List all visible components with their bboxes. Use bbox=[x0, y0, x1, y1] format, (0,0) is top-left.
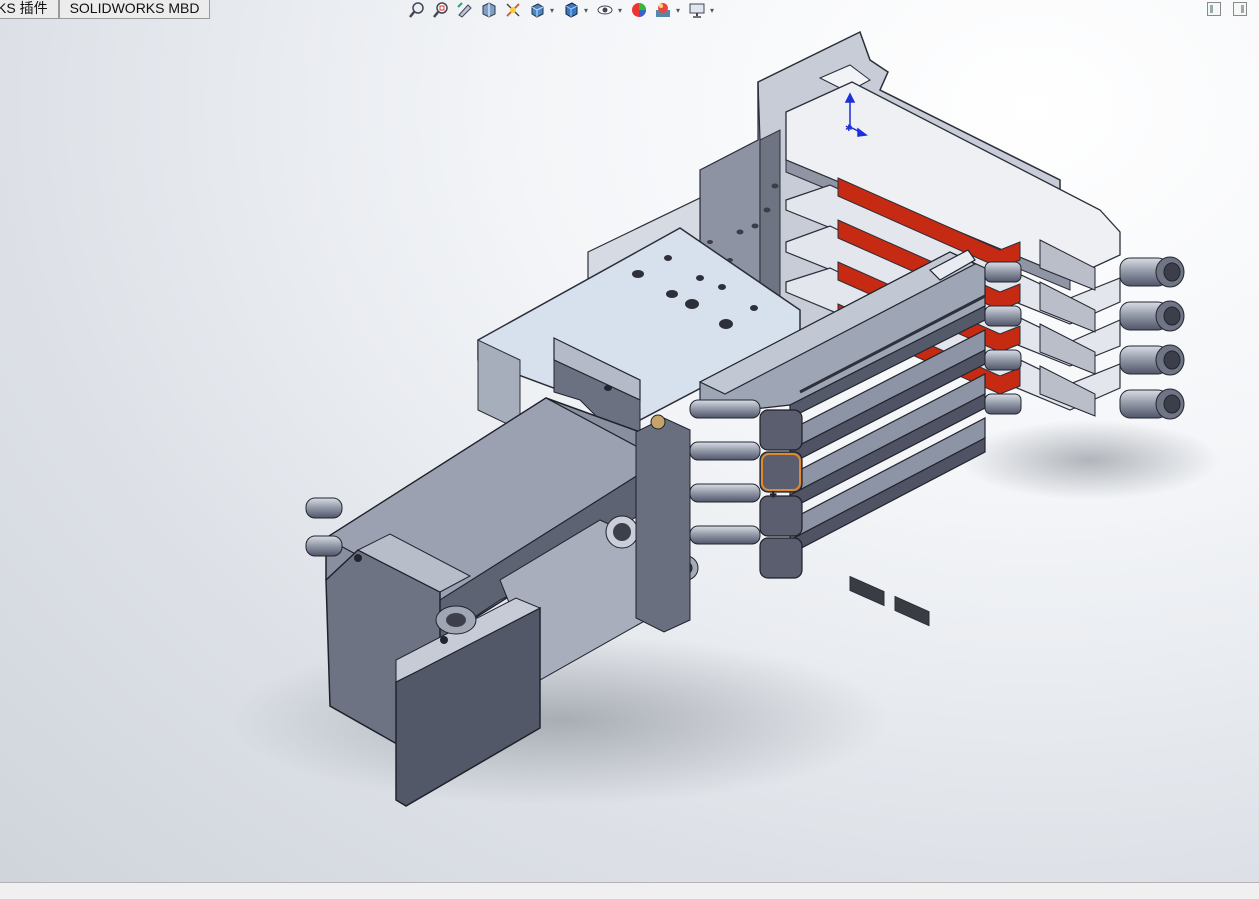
cylinder-ports bbox=[305, 497, 343, 557]
apply-scene-dropdown-icon[interactable]: ▾ bbox=[676, 6, 684, 15]
hide-show-dropdown-icon[interactable]: ▾ bbox=[618, 6, 626, 15]
tab-solidworks-mbd[interactable]: SOLIDWORKS MBD bbox=[58, 0, 211, 19]
view-settings-icon[interactable] bbox=[686, 1, 708, 19]
section-view-icon[interactable] bbox=[478, 1, 500, 19]
edit-appearance-icon[interactable] bbox=[628, 1, 650, 19]
window-controls bbox=[1207, 2, 1247, 16]
cad-model-view[interactable]: + ✱ bbox=[0, 20, 1259, 882]
tile-right-icon[interactable] bbox=[1233, 2, 1247, 16]
display-style-icon[interactable] bbox=[560, 1, 582, 19]
tile-left-icon[interactable] bbox=[1207, 2, 1221, 16]
view-orientation-dropdown-icon[interactable]: ▾ bbox=[550, 6, 558, 15]
zoom-to-fit-icon[interactable] bbox=[406, 1, 428, 19]
dynamic-annotation-icon[interactable] bbox=[502, 1, 524, 19]
view-orientation-icon[interactable] bbox=[526, 1, 548, 19]
command-manager-tabs: KS 插件 SOLIDWORKS MBD bbox=[0, 0, 211, 20]
svg-text:✱: ✱ bbox=[845, 123, 853, 133]
zoom-to-area-icon[interactable] bbox=[430, 1, 452, 19]
apply-scene-icon[interactable] bbox=[652, 1, 674, 19]
display-style-dropdown-icon[interactable]: ▾ bbox=[584, 6, 592, 15]
svg-text:+: + bbox=[770, 489, 776, 501]
status-bar bbox=[0, 882, 1259, 899]
tab-ks-plugin[interactable]: KS 插件 bbox=[0, 0, 59, 19]
ground-shadow-right bbox=[960, 420, 1220, 500]
hide-show-items-icon[interactable] bbox=[594, 1, 616, 19]
previous-view-icon[interactable] bbox=[454, 1, 476, 19]
view-settings-dropdown-icon[interactable]: ▾ bbox=[710, 6, 718, 15]
graphics-viewport[interactable]: + ✱ bbox=[0, 20, 1259, 882]
heads-up-view-toolbar: ▾ ▾ ▾ ▾ ▾ bbox=[406, 0, 718, 20]
